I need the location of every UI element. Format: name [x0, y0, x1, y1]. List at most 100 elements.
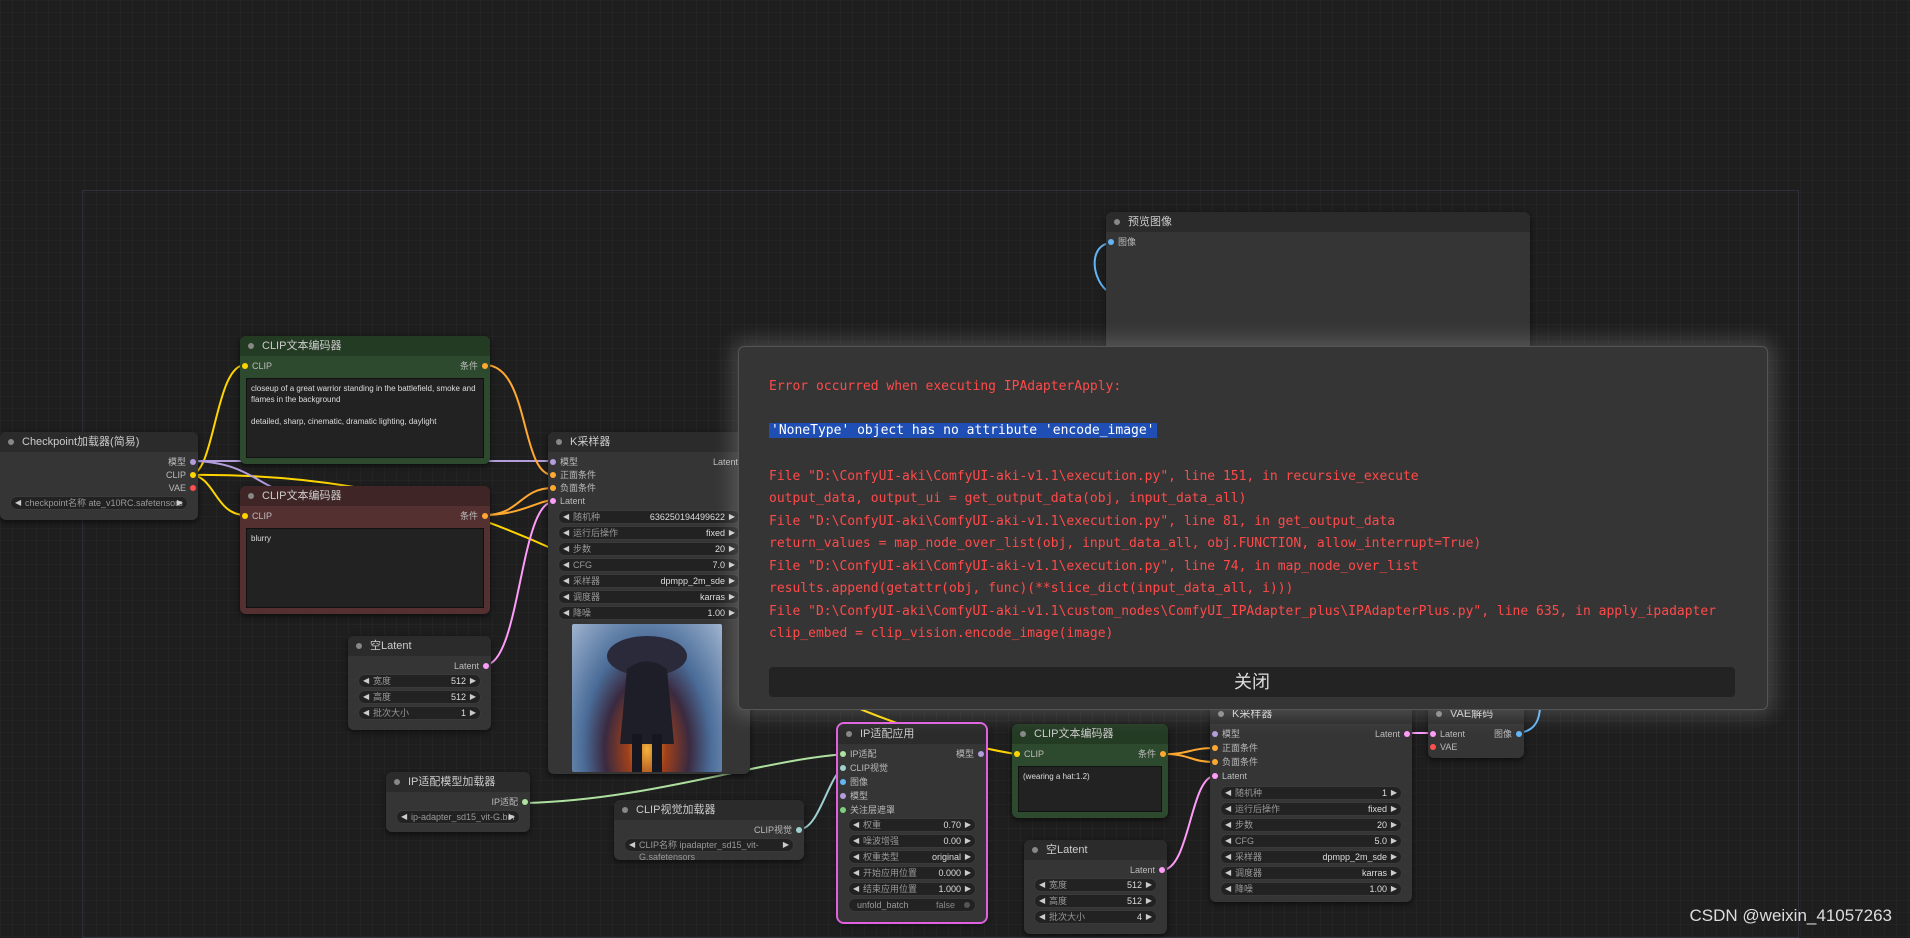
- unfold-batch-toggle[interactable]: unfold_batch false: [848, 898, 976, 912]
- arrow-left-icon[interactable]: ◀: [563, 543, 569, 555]
- output-conditioning[interactable]: 条件: [460, 510, 490, 522]
- slot-dot[interactable]: [190, 485, 196, 491]
- input-vae[interactable]: VAE: [1428, 741, 1457, 753]
- arrow-right-icon[interactable]: ▶: [1391, 851, 1397, 863]
- arrow-left-icon[interactable]: ◀: [563, 575, 569, 587]
- input-clip[interactable]: CLIP: [240, 510, 272, 522]
- slot-dot[interactable]: [978, 751, 984, 757]
- node-clip-vision-loader[interactable]: CLIP视觉加载器 CLIP视觉 ◀ CLIP名称 ipadapter_sd15_…: [614, 800, 804, 862]
- slot-dot[interactable]: [840, 779, 846, 785]
- seed-widget[interactable]: ◀ 随机种 636250194499622 ▶: [558, 510, 740, 524]
- arrow-left-icon[interactable]: ◀: [363, 675, 369, 687]
- input-positive[interactable]: 正面条件: [548, 469, 596, 481]
- arrow-right-icon[interactable]: ▶: [965, 835, 971, 847]
- input-model[interactable]: 模型: [1210, 728, 1240, 740]
- arrow-left-icon[interactable]: ◀: [1039, 911, 1045, 923]
- node-clip-text-negative[interactable]: CLIP文本编码器 CLIP 条件 blurry: [240, 486, 490, 614]
- steps-widget[interactable]: ◀ 步数 20 ▶: [1220, 818, 1402, 832]
- height-widget[interactable]: ◀ 高度 512 ▶: [358, 690, 481, 704]
- height-widget[interactable]: ◀ 高度 512 ▶: [1034, 894, 1157, 908]
- arrow-left-icon[interactable]: ◀: [1039, 895, 1045, 907]
- slot-dot[interactable]: [482, 513, 488, 519]
- arrow-left-icon[interactable]: ◀: [1225, 835, 1231, 847]
- arrow-left-icon[interactable]: ◀: [563, 527, 569, 539]
- output-clip-vision[interactable]: CLIP视觉: [754, 824, 804, 836]
- width-widget[interactable]: ◀ 宽度 512 ▶: [1034, 878, 1157, 892]
- node-ipadapter-model-loader[interactable]: IP适配模型加载器 IP适配 ◀ ip-adapter_sd15_vit-G.bi…: [386, 772, 530, 832]
- arrow-left-icon[interactable]: ◀: [853, 835, 859, 847]
- arrow-right-icon[interactable]: ▶: [729, 527, 735, 539]
- arrow-left-icon[interactable]: ◀: [853, 851, 859, 863]
- arrow-right-icon[interactable]: ▶: [729, 607, 735, 619]
- arrow-left-icon[interactable]: ◀: [853, 819, 859, 831]
- slot-dot[interactable]: [1159, 867, 1165, 873]
- slot-dot[interactable]: [190, 472, 196, 478]
- arrow-right-icon[interactable]: ▶: [470, 675, 476, 687]
- node-checkpoint-loader[interactable]: Checkpoint加载器(简易) 模型 CLIP VAE ◀ checkpoin…: [0, 432, 198, 520]
- arrow-right-icon[interactable]: ▶: [729, 543, 735, 555]
- arrow-left-icon[interactable]: ◀: [563, 591, 569, 603]
- arrow-left-icon[interactable]: ◀: [1225, 819, 1231, 831]
- input-latent[interactable]: Latent: [548, 495, 585, 507]
- arrow-right-icon[interactable]: ▶: [965, 851, 971, 863]
- input-clip-vision[interactable]: CLIP视觉: [838, 762, 888, 774]
- sampler-widget[interactable]: ◀ 采样器 dpmpp_2m_sde ▶: [1220, 850, 1402, 864]
- input-latent[interactable]: Latent: [1210, 770, 1247, 782]
- arrow-right-icon[interactable]: ▶: [965, 819, 971, 831]
- arrow-left-icon[interactable]: ◀: [853, 883, 859, 895]
- slot-dot[interactable]: [840, 765, 846, 771]
- input-clip[interactable]: CLIP: [1012, 748, 1044, 760]
- node-clip-text-positive[interactable]: CLIP文本编码器 CLIP 条件 closeup of a great war…: [240, 336, 490, 464]
- arrow-right-icon[interactable]: ▶: [470, 691, 476, 703]
- arrow-right-icon[interactable]: ▶: [1146, 895, 1152, 907]
- arrow-left-icon[interactable]: ◀: [401, 811, 407, 823]
- slot-dot[interactable]: [550, 459, 556, 465]
- input-model[interactable]: 模型: [548, 456, 578, 468]
- output-model[interactable]: 模型: [168, 456, 198, 468]
- slot-dot[interactable]: [1430, 731, 1436, 737]
- batch-size-widget[interactable]: ◀ 批次大小 4 ▶: [1034, 910, 1157, 924]
- slot-dot[interactable]: [190, 459, 196, 465]
- input-negative[interactable]: 负面条件: [1210, 756, 1258, 768]
- input-latent[interactable]: Latent: [1428, 728, 1465, 740]
- arrow-right-icon[interactable]: ▶: [1391, 835, 1397, 847]
- slot-dot[interactable]: [242, 363, 248, 369]
- scheduler-widget[interactable]: ◀ 调度器 karras ▶: [1220, 866, 1402, 880]
- slot-dot[interactable]: [840, 751, 846, 757]
- ckpt-name-combo[interactable]: ◀ checkpoint名称 ate_v10RC.safetensors ▶: [10, 496, 188, 510]
- slot-dot[interactable]: [1212, 759, 1218, 765]
- arrow-right-icon[interactable]: ▶: [729, 511, 735, 523]
- seed-widget[interactable]: ◀ 随机种 1 ▶: [1220, 786, 1402, 800]
- arrow-right-icon[interactable]: ▶: [783, 839, 789, 851]
- arrow-right-icon[interactable]: ▶: [177, 497, 183, 509]
- input-negative[interactable]: 负面条件: [548, 482, 596, 494]
- slot-dot[interactable]: [550, 472, 556, 478]
- denoise-widget[interactable]: ◀ 降噪 1.00 ▶: [558, 606, 740, 620]
- slot-dot[interactable]: [483, 663, 489, 669]
- batch-size-widget[interactable]: ◀ 批次大小 1 ▶: [358, 706, 481, 720]
- arrow-left-icon[interactable]: ◀: [563, 607, 569, 619]
- arrow-right-icon[interactable]: ▶: [1391, 787, 1397, 799]
- cfg-widget[interactable]: ◀ CFG 7.0 ▶: [558, 558, 740, 572]
- steps-widget[interactable]: ◀ 步数 20 ▶: [558, 542, 740, 556]
- input-image[interactable]: 图像: [838, 776, 868, 788]
- control-after-generate-widget[interactable]: ◀ 运行后操作 fixed ▶: [1220, 802, 1402, 816]
- node-ksampler-2[interactable]: K采样器 模型 正面条件 负面条件 Latent Latent ◀ 随机种 1 ▶ ◀…: [1210, 704, 1412, 902]
- input-clip[interactable]: CLIP: [240, 360, 272, 372]
- end-at-widget[interactable]: ◀ 结束应用位置 1.000 ▶: [848, 882, 976, 896]
- weight-type-widget[interactable]: ◀ 权重类型 original ▶: [848, 850, 976, 864]
- input-image[interactable]: 图像: [1106, 236, 1136, 248]
- output-latent[interactable]: Latent: [454, 660, 491, 672]
- slot-dot[interactable]: [1430, 744, 1436, 750]
- arrow-right-icon[interactable]: ▶: [1391, 803, 1397, 815]
- generated-image-preview[interactable]: [572, 624, 722, 772]
- sampler-widget[interactable]: ◀ 采样器 dpmpp_2m_sde ▶: [558, 574, 740, 588]
- input-ipadapter[interactable]: IP适配: [838, 748, 877, 760]
- input-attn-mask[interactable]: 关注层遮罩: [838, 804, 895, 816]
- input-model[interactable]: 模型: [838, 790, 868, 802]
- arrow-right-icon[interactable]: ▶: [1391, 867, 1397, 879]
- noise-widget[interactable]: ◀ 噪波增强 0.00 ▶: [848, 834, 976, 848]
- arrow-left-icon[interactable]: ◀: [563, 511, 569, 523]
- arrow-left-icon[interactable]: ◀: [1225, 787, 1231, 799]
- arrow-right-icon[interactable]: ▶: [1146, 879, 1152, 891]
